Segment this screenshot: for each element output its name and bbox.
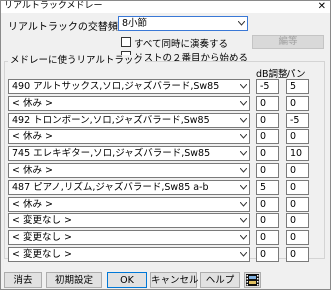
film-button[interactable] xyxy=(244,272,261,288)
track-select[interactable]: < 休み > xyxy=(8,96,250,111)
pan-field[interactable]: 0 xyxy=(286,163,309,178)
close-icon[interactable]: ✕ xyxy=(318,1,326,12)
track-select[interactable]: 490 アルトサックス,ソロ,ジャズバラード,Sw85 xyxy=(8,79,250,94)
pan-field[interactable]: 0 xyxy=(286,197,309,212)
db-adjust-field[interactable]: 0 xyxy=(256,146,279,161)
chevron-down-icon xyxy=(240,185,247,190)
track-name: < 休み > xyxy=(12,199,53,210)
track-select[interactable]: < 休み > xyxy=(8,197,250,212)
pan-header: パン xyxy=(286,69,306,80)
medley-group-label: メドレーに使うリアルトラック xyxy=(8,55,145,67)
edit-button[interactable]: 編等 xyxy=(252,35,324,49)
chevron-down-icon xyxy=(240,235,247,240)
chevron-down-icon xyxy=(238,21,245,26)
defaults-button[interactable]: 初期設定 xyxy=(46,272,102,288)
db-adjust-field[interactable]: 0 xyxy=(256,163,279,178)
db-adjust-field[interactable]: 0 xyxy=(256,213,279,228)
frequency-select[interactable]: 8小節 xyxy=(118,16,248,31)
chevron-down-icon xyxy=(240,202,247,207)
chevron-down-icon xyxy=(240,151,247,156)
track-select[interactable]: < 休み > xyxy=(8,163,250,178)
pan-field[interactable]: -5 xyxy=(286,113,309,128)
frequency-value: 8小節 xyxy=(122,18,148,29)
window-title: リアルトラックメドレー xyxy=(4,1,103,11)
title-bar: リアルトラックメドレー ✕ xyxy=(1,1,330,13)
track-select[interactable]: 487 ピアノ,リズム,ジャズバラード,Sw85 a-b xyxy=(8,180,250,195)
track-name: < 休み > xyxy=(12,131,53,142)
chevron-down-icon xyxy=(240,134,247,139)
clear-button[interactable]: 消去 xyxy=(4,272,42,288)
db-adjust-field[interactable]: 0 xyxy=(256,230,279,245)
db-adjust-field[interactable]: 0 xyxy=(256,247,279,262)
chevron-down-icon xyxy=(240,101,247,106)
track-name: 487 ピアノ,リズム,ジャズバラード,Sw85 a-b xyxy=(12,182,209,193)
db-adjust-field[interactable]: 0 xyxy=(256,197,279,212)
cancel-button[interactable]: キャンセル xyxy=(150,272,199,288)
pan-field[interactable]: 0 xyxy=(286,213,309,228)
track-name: < 変更なし > xyxy=(12,232,72,243)
db-header: dB調整 xyxy=(256,69,288,80)
pan-field[interactable]: 10 xyxy=(286,146,309,161)
pan-field[interactable]: 0 xyxy=(286,247,309,262)
ok-button[interactable]: OK xyxy=(107,272,147,288)
chevron-down-icon xyxy=(240,252,247,257)
track-select[interactable]: 745 エレキギター,ソロ,ジャズバラード,Sw85 xyxy=(8,146,250,161)
db-adjust-field[interactable]: 0 xyxy=(256,113,279,128)
chevron-down-icon xyxy=(240,218,247,223)
track-name: < 休み > xyxy=(12,98,53,109)
pan-field[interactable]: 0 xyxy=(286,230,309,245)
track-name: < 休み > xyxy=(12,165,53,176)
db-adjust-field[interactable]: 5 xyxy=(256,180,279,195)
db-adjust-field[interactable]: 0 xyxy=(256,96,279,111)
chevron-down-icon xyxy=(240,84,247,89)
track-name: < 変更なし > xyxy=(12,249,72,260)
track-name: 492 トロンボーン,ソロ,ジャズバラード,Sw85 xyxy=(12,115,210,126)
chevron-down-icon xyxy=(240,168,247,173)
track-select[interactable]: < 変更なし > xyxy=(8,213,250,228)
play-all-label: すべて同時に演奏する xyxy=(134,39,228,50)
help-button[interactable]: ヘルプ xyxy=(200,272,240,288)
chevron-down-icon xyxy=(240,118,247,123)
frequency-label: リアルトラックの交替頻度 xyxy=(8,22,128,33)
track-select[interactable]: < 変更なし > xyxy=(8,247,250,262)
track-select[interactable]: < 変更なし > xyxy=(8,230,250,245)
pan-field[interactable]: 0 xyxy=(286,129,309,144)
film-icon xyxy=(246,274,259,286)
db-adjust-field[interactable]: -5 xyxy=(256,79,279,94)
play-all-checkbox[interactable] xyxy=(121,37,131,47)
pan-field[interactable]: 0 xyxy=(286,180,309,195)
track-select[interactable]: 492 トロンボーン,ソロ,ジャズバラード,Sw85 xyxy=(8,113,250,128)
pan-field[interactable]: 5 xyxy=(286,79,309,94)
track-name: 745 エレキギター,ソロ,ジャズバラード,Sw85 xyxy=(12,148,211,159)
db-adjust-field[interactable]: 0 xyxy=(256,129,279,144)
track-name: 490 アルトサックス,ソロ,ジャズバラード,Sw85 xyxy=(12,81,220,92)
track-name: < 変更なし > xyxy=(12,215,72,226)
pan-field[interactable]: 0 xyxy=(286,96,309,111)
track-select[interactable]: < 休み > xyxy=(8,129,250,144)
